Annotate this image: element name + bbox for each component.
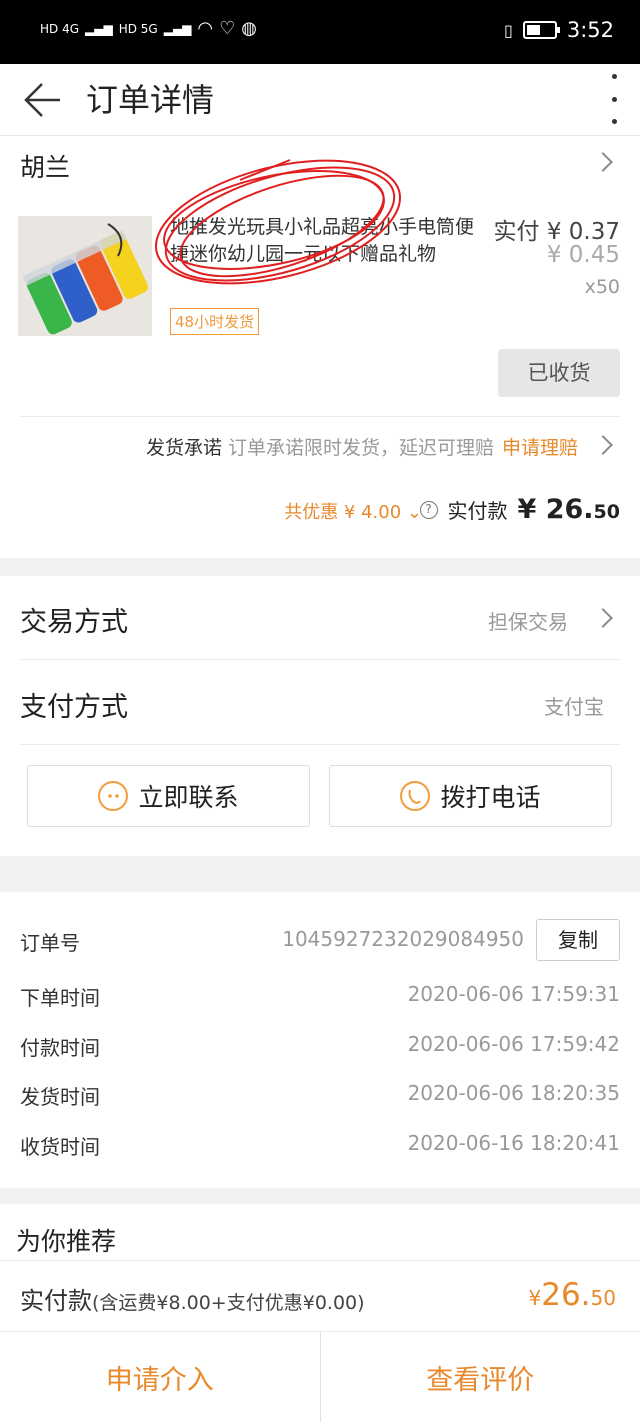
order-number: 1045927232029084950: [282, 927, 524, 951]
battery-fill: [526, 25, 540, 35]
divider: [20, 659, 620, 660]
app-header: 订单详情: [0, 64, 640, 136]
signal-icon-2: ▂▄▆: [163, 21, 192, 36]
order-number-label: 订单号: [20, 931, 80, 955]
discount-summary[interactable]: 共优惠 ¥ 4.00 ⌄: [284, 498, 422, 524]
payment-method-label: 支付方式: [20, 692, 128, 723]
summary-int: 26.: [541, 1277, 591, 1313]
more-options-icon[interactable]: [608, 74, 620, 124]
paid-price: 实付 ¥ 0.37: [493, 219, 620, 245]
vibrate-icon: ▯: [504, 20, 513, 40]
promise-label: 发货承诺: [145, 437, 222, 459]
payment-summary-bar: 实付款(含运费¥8.00+支付优惠¥0.00) ¥26.50: [0, 1260, 640, 1332]
apply-intervention-button[interactable]: 申请介入: [0, 1332, 320, 1422]
payment-method-value: 支付宝: [544, 695, 604, 719]
total-paid: ? 实付款 ¥ 26.50: [419, 494, 621, 525]
status-left: HD 4G ▂▄▆ HD 5G ▂▄▆ ◠ ♡ ◍: [40, 18, 257, 39]
info-row-value: 2020-06-06 17:59:31: [407, 982, 620, 1006]
total-label: 实付款: [447, 499, 508, 523]
page-title: 订单详情: [86, 81, 215, 119]
total-amount: ¥ 26.50: [518, 494, 621, 525]
health-icon: ♡: [219, 18, 236, 39]
info-row-value: 2020-06-06 18:20:35: [407, 1081, 620, 1105]
signal-icon: ▂▄▆: [85, 21, 113, 36]
total-currency: ¥: [517, 494, 537, 525]
info-row-label: 发货时间: [20, 1085, 100, 1109]
trade-method-label: 交易方式: [20, 607, 128, 638]
original-price: ¥ 0.45: [546, 242, 620, 268]
product-thumbnail[interactable]: [18, 216, 152, 336]
received-button[interactable]: 已收货: [498, 349, 620, 397]
summary-dec: 50: [590, 1286, 616, 1310]
network-indicator-2: HD 5G: [118, 21, 158, 36]
divider: [20, 416, 620, 417]
total-dec: 50: [593, 501, 620, 523]
divider: [20, 744, 620, 745]
summary-amount: ¥26.50: [529, 1277, 617, 1313]
discount-text: 共优惠 ¥ 4.00: [284, 502, 402, 523]
summary-currency: ¥: [528, 1286, 542, 1310]
bottom-action-bar: 申请介入 查看评价: [0, 1332, 640, 1422]
annotation-scribble: [154, 159, 402, 285]
view-review-button[interactable]: 查看评价: [321, 1332, 640, 1422]
seller-name[interactable]: 胡兰: [20, 148, 70, 184]
claim-link[interactable]: 申请理赔: [502, 437, 578, 459]
wifi-icon: ◠: [197, 18, 214, 39]
info-row-label: 下单时间: [20, 986, 100, 1010]
clock: 3:52: [566, 18, 614, 42]
summary-label: 实付款(含运费¥8.00+支付优惠¥0.00): [20, 1281, 365, 1316]
phone-icon: [400, 781, 431, 811]
summary-title: 实付款: [20, 1287, 92, 1315]
call-label: 拨打电话: [440, 783, 541, 812]
browser-icon: ◍: [241, 18, 257, 39]
info-row-value: 2020-06-06 17:59:42: [407, 1032, 620, 1056]
chat-icon: [98, 781, 129, 811]
contact-label: 立即联系: [138, 783, 239, 812]
shipping-badge: 48小时发货: [170, 308, 260, 335]
info-row-label: 收货时间: [20, 1135, 100, 1159]
quantity: x50: [584, 276, 620, 298]
total-int: 26.: [545, 494, 594, 525]
info-row-label: 付款时间: [20, 1036, 100, 1060]
status-bar: HD 4G ▂▄▆ HD 5G ▂▄▆ ◠ ♡ ◍ ▯ 3:52: [0, 0, 640, 64]
help-icon[interactable]: ?: [419, 500, 438, 519]
recommend-title: 为你推荐: [16, 1227, 117, 1256]
shipping-promise: 发货承诺 订单承诺限时发货，延迟可理赔 申请理赔: [146, 433, 578, 460]
copy-button[interactable]: 复制: [536, 919, 620, 961]
summary-detail: (含运费¥8.00+支付优惠¥0.00): [92, 1292, 365, 1314]
back-arrow-icon[interactable]: [20, 76, 68, 124]
trade-method-value[interactable]: 担保交易: [488, 606, 568, 635]
contact-seller-button[interactable]: 立即联系: [27, 765, 310, 827]
status-right: ▯ 3:52: [504, 18, 614, 42]
network-indicator-1: HD 4G: [40, 21, 80, 36]
battery-icon: [522, 21, 560, 39]
promise-text: 订单承诺限时发货，延迟可理赔: [227, 437, 494, 459]
info-row-value: 2020-06-16 18:20:41: [407, 1131, 620, 1155]
call-button[interactable]: 拨打电话: [329, 765, 612, 827]
